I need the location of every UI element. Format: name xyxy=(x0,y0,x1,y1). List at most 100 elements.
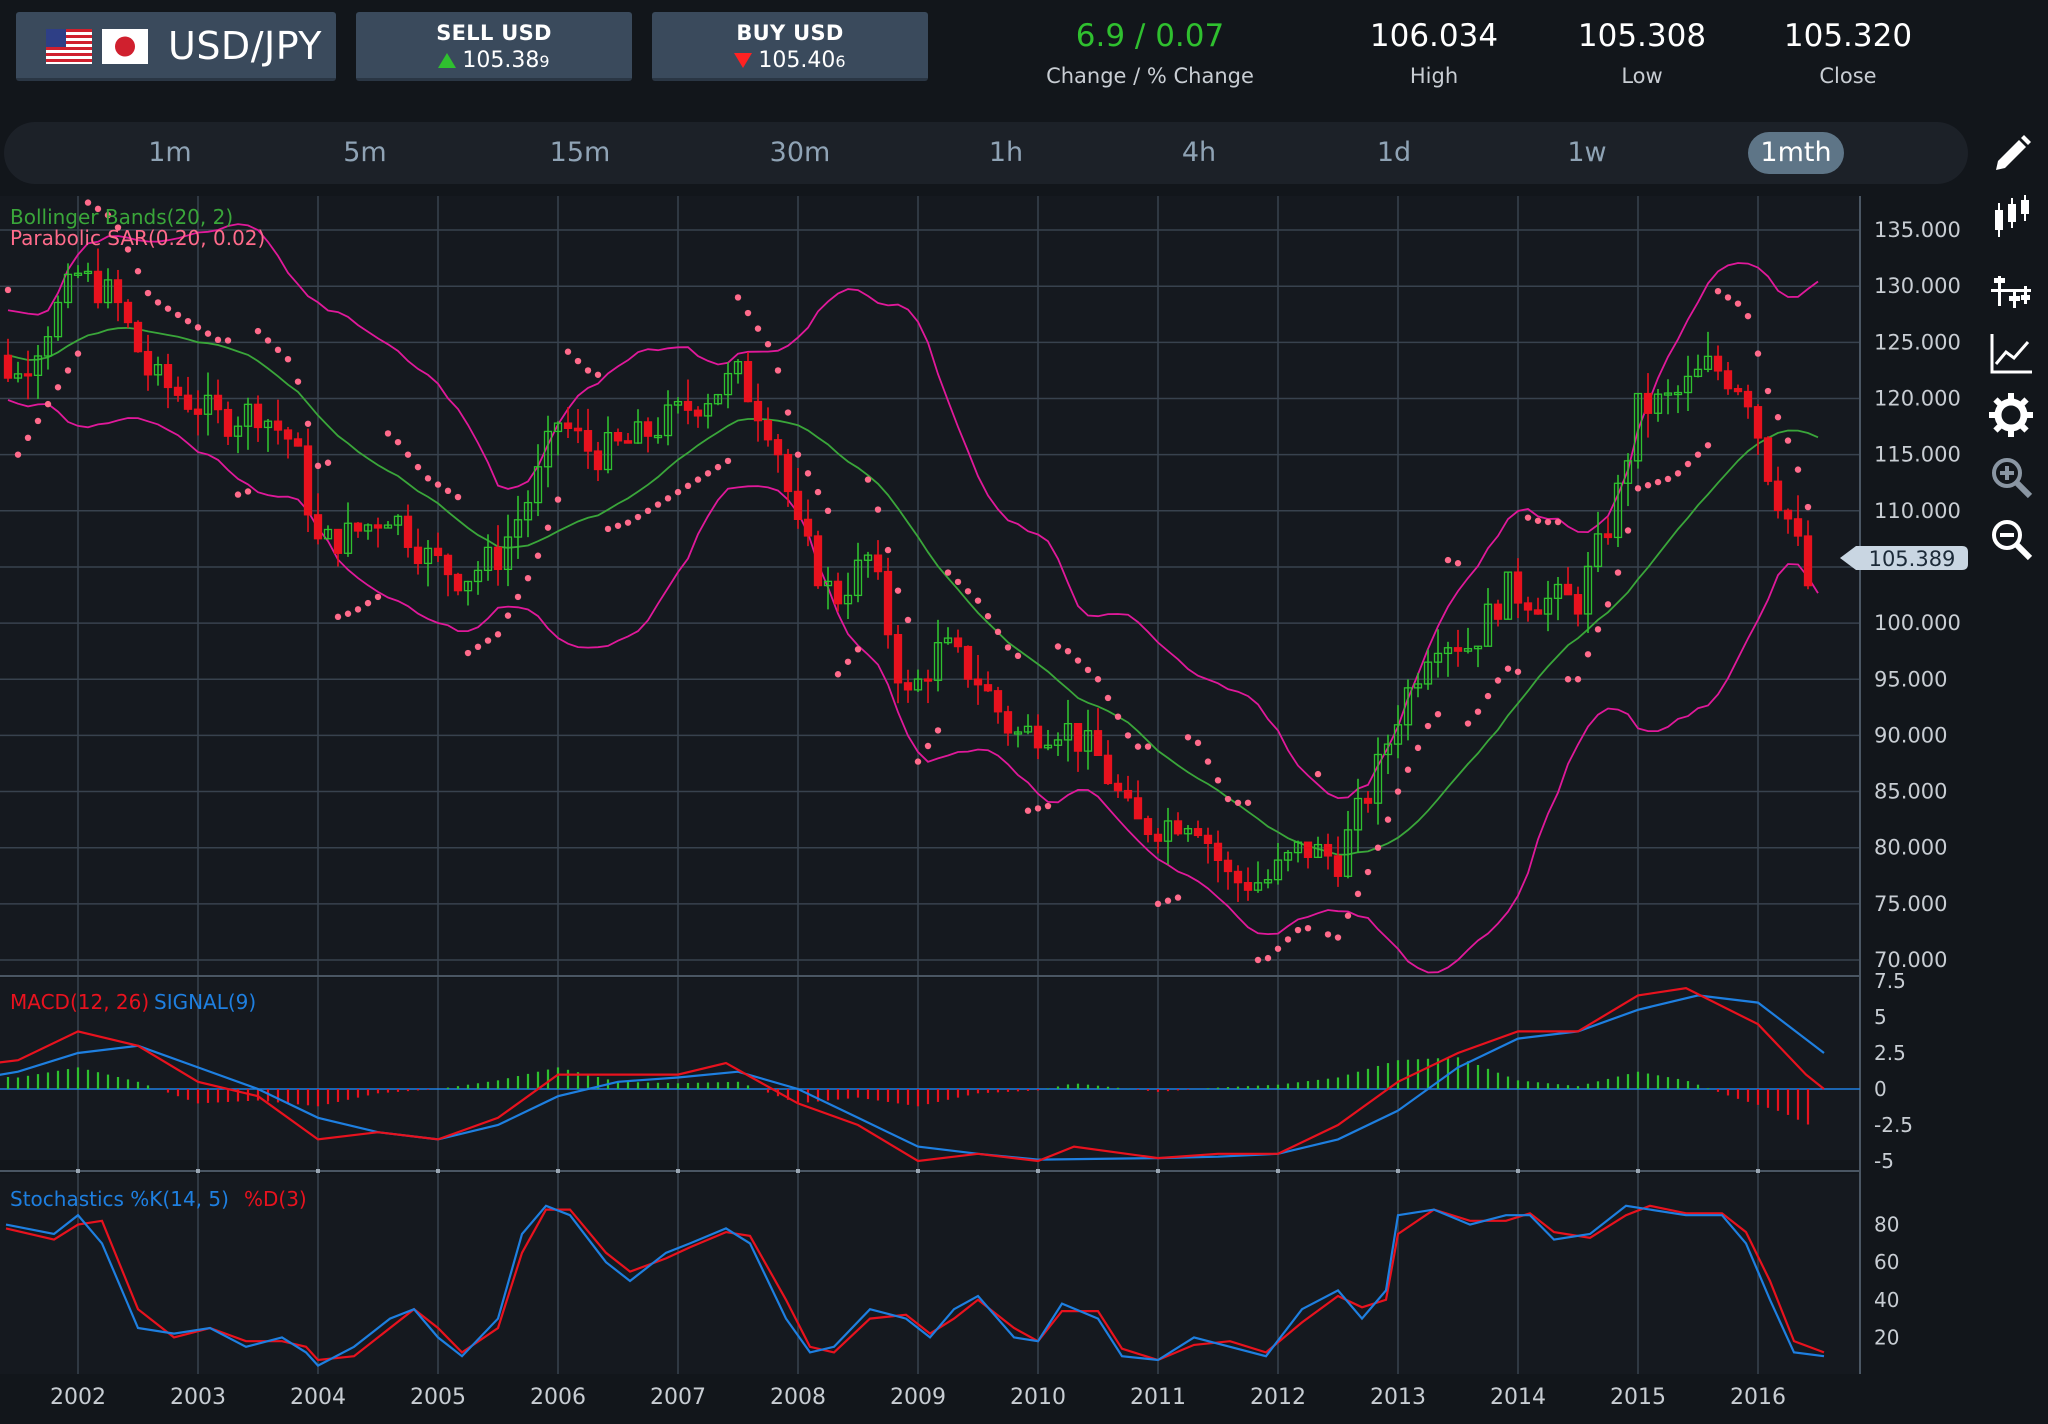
sar-dot xyxy=(274,346,282,354)
year-tick-label: 2012 xyxy=(1250,1385,1306,1410)
sar-dot xyxy=(1394,788,1402,795)
candle-body xyxy=(773,439,783,456)
line-chart-icon[interactable] xyxy=(1988,330,2034,376)
sar-dot xyxy=(1194,739,1202,747)
sar-dot xyxy=(1594,626,1602,633)
sell-label: SELL USD xyxy=(436,21,552,45)
sar-dot xyxy=(1724,294,1732,301)
zoom-out-icon[interactable] xyxy=(1988,516,2034,562)
high-label: High xyxy=(1409,64,1459,88)
sar-dot xyxy=(1064,647,1072,655)
sar-dot xyxy=(1444,556,1452,564)
candle-body xyxy=(1773,480,1783,512)
candle-body xyxy=(213,394,223,411)
sar-dot xyxy=(204,330,212,337)
sar-dot xyxy=(844,658,852,665)
tab-1m[interactable]: 1m xyxy=(130,132,210,174)
macd-tick-label: -5 xyxy=(1874,1149,1894,1173)
sar-dot xyxy=(494,631,502,638)
sar-dot xyxy=(344,610,352,617)
sar-dot xyxy=(784,409,792,416)
sar-dot xyxy=(44,400,52,408)
sar-dot xyxy=(1374,844,1382,851)
tab-1h[interactable]: 1h xyxy=(966,132,1046,174)
year-tick-label: 2005 xyxy=(410,1385,466,1410)
sar-dot xyxy=(724,457,732,465)
sar-dot xyxy=(524,574,532,582)
zoom-in-icon[interactable] xyxy=(1988,454,2034,500)
sar-dot xyxy=(864,476,872,483)
sar-dot xyxy=(1014,652,1022,660)
candle-body xyxy=(1493,603,1503,620)
sar-dot xyxy=(1494,677,1502,684)
sar-dot xyxy=(754,325,762,332)
year-tick-label: 2009 xyxy=(890,1385,946,1410)
add-indicator-icon[interactable] xyxy=(1988,268,2034,314)
candle-body xyxy=(1033,725,1043,749)
tab-1d[interactable]: 1d xyxy=(1354,132,1434,174)
change-label: Change / % Change xyxy=(1046,64,1254,88)
panel-handle xyxy=(436,1169,440,1173)
tab-5m[interactable]: 5m xyxy=(325,132,405,174)
candle-body xyxy=(1193,828,1203,837)
panel-handle xyxy=(676,1169,680,1173)
candle-body xyxy=(583,430,593,452)
time-axis: 2002 2003 2004 2005 2006 2007 2008 2009 2010 2011… xyxy=(50,1385,1786,1410)
buy-label: BUY USD xyxy=(736,21,844,45)
sar-dot xyxy=(1294,926,1302,934)
year-tick-label: 2007 xyxy=(650,1385,706,1410)
sar-dot xyxy=(1254,956,1262,964)
candle-body xyxy=(293,438,303,447)
tab-30m[interactable]: 30m xyxy=(750,132,850,174)
sar-dot xyxy=(1324,931,1332,938)
sar-dot xyxy=(1174,894,1182,901)
sar-dot xyxy=(244,488,252,495)
candle-body xyxy=(1213,842,1223,862)
sar-dot xyxy=(384,430,392,437)
pencil-icon[interactable] xyxy=(1988,132,2034,178)
sar-dot xyxy=(324,459,332,466)
sar-dot xyxy=(614,522,622,529)
japan-flag-icon xyxy=(102,29,148,64)
tab-15m[interactable]: 15m xyxy=(535,132,625,174)
tab-1w[interactable]: 1w xyxy=(1547,132,1627,174)
sar-dot xyxy=(404,451,412,458)
candle-body xyxy=(1323,843,1333,857)
candle-body xyxy=(1073,723,1083,752)
sar-dot xyxy=(1304,924,1312,932)
tab-4h[interactable]: 4h xyxy=(1159,132,1239,174)
sar-dot xyxy=(1584,651,1592,658)
sar-dot xyxy=(884,546,892,554)
sar-dot xyxy=(1774,414,1782,421)
sar-dot xyxy=(534,552,542,559)
gear-icon[interactable] xyxy=(1988,392,2034,438)
candle-body xyxy=(113,279,123,304)
candle-body xyxy=(1243,882,1253,891)
candle-body xyxy=(93,270,103,304)
candle-body xyxy=(1333,855,1343,877)
sar-dot xyxy=(484,637,492,644)
change-stat: 6.9 / 0.07 Change / % Change xyxy=(1030,18,1270,88)
tab-1mth[interactable]: 1mth xyxy=(1748,132,1844,174)
candlestick-icon[interactable] xyxy=(1988,194,2034,240)
price-panel-bg xyxy=(0,196,1860,975)
macd-tick-label: 0 xyxy=(1874,1077,1887,1101)
sar-dot xyxy=(644,507,652,514)
currency-pair-selector[interactable]: USD/JPY xyxy=(16,12,336,81)
macd-panel-bg xyxy=(0,978,1860,1160)
sar-dot xyxy=(1214,777,1222,784)
current-price-label: 105.389 xyxy=(1869,547,1956,571)
sar-dot xyxy=(804,470,812,477)
price-tick-label: 80.000 xyxy=(1874,836,1947,860)
candle-body xyxy=(923,678,933,682)
sar-dot xyxy=(1124,732,1132,739)
sar-dot xyxy=(914,758,922,765)
sar-dot xyxy=(554,496,562,503)
candle-body xyxy=(1563,583,1573,596)
price-chart[interactable]: 135.000 130.000 125.000 120.000 115.000 110.0… xyxy=(0,196,1974,1424)
sar-dot xyxy=(604,525,612,533)
low-value: 105.308 xyxy=(1577,18,1707,54)
sar-dot xyxy=(954,578,962,586)
sell-usd-button[interactable]: SELL USD 105.389 xyxy=(356,12,632,81)
buy-usd-button[interactable]: BUY USD 105.406 xyxy=(652,12,928,81)
